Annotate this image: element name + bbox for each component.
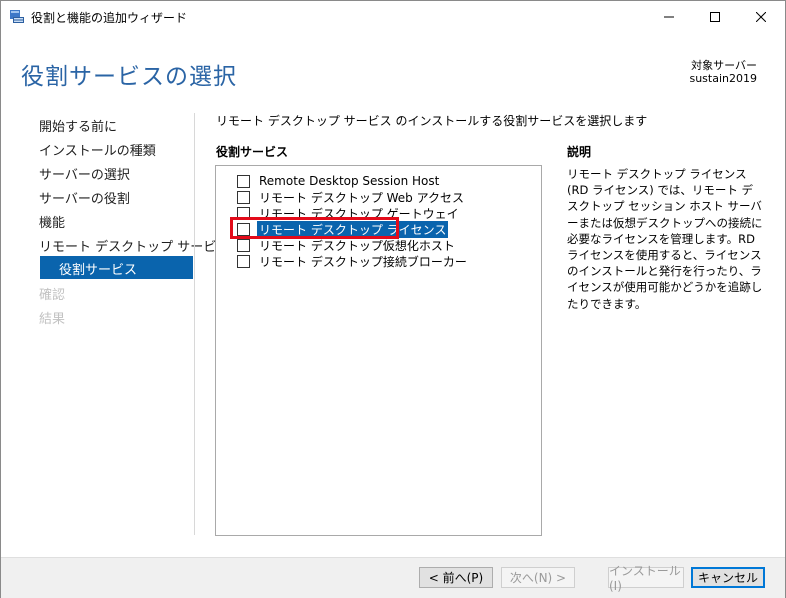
cancel-button[interactable]: キャンセル — [691, 567, 765, 588]
checkbox[interactable] — [237, 254, 250, 268]
nav-item-role-services-label: 役割サービス — [59, 263, 138, 278]
previous-button[interactable]: < 前へ(P) — [419, 567, 493, 588]
nav-item-server-selection[interactable]: サーバーの選択 — [39, 164, 130, 183]
checkbox[interactable] — [237, 174, 250, 188]
annotation-highlight-box — [230, 217, 399, 239]
role-service-virtualization-host[interactable]: リモート デスクトップ仮想化ホスト — [237, 237, 455, 253]
role-service-label: リモート デスクトップ接続ブローカー — [259, 254, 467, 269]
maximize-icon — [710, 11, 720, 22]
nav-item-confirmation: 確認 — [39, 288, 66, 303]
next-button[interactable]: 次へ(N) > — [501, 567, 575, 588]
role-services-heading: 役割サービス — [216, 145, 289, 159]
nav-item-server-roles[interactable]: サーバーの役割 — [39, 188, 130, 207]
button-bar: < 前へ(P) 次へ(N) > インストール(I) キャンセル — [1, 557, 785, 598]
minimize-icon — [664, 16, 674, 17]
install-button[interactable]: インストール(I) — [608, 564, 684, 593]
close-icon — [756, 11, 766, 22]
checkbox[interactable] — [237, 238, 250, 252]
role-service-session-host[interactable]: Remote Desktop Session Host — [237, 173, 439, 189]
nav-divider — [194, 113, 195, 535]
nav-item-features[interactable]: 機能 — [39, 212, 65, 231]
nav-item-installation-type[interactable]: インストールの種類 — [39, 140, 156, 159]
window-title: 役割と機能の追加ウィザード — [31, 11, 188, 25]
description-text: リモート デスクトップ ライセンス (RD ライセンス) では、リモート デスク… — [567, 167, 763, 311]
page-title: 役割サービスの選択 — [21, 64, 237, 90]
description-heading: 説明 — [567, 145, 592, 159]
close-button[interactable] — [738, 1, 784, 32]
nav-item-remote-desktop-services[interactable]: リモート デスクトップ サービス — [39, 236, 229, 255]
minimize-button[interactable] — [646, 1, 692, 32]
wizard-window: 役割と機能の追加ウィザード 役割サービスの選択 対象サーバー sustain20… — [0, 0, 786, 598]
target-server-label: 対象サーバー — [691, 59, 757, 72]
role-service-label: リモート デスクトップ Web アクセス — [259, 190, 465, 205]
server-manager-icon — [9, 9, 25, 24]
target-server-name: sustain2019 — [689, 72, 757, 85]
role-service-label: Remote Desktop Session Host — [259, 174, 440, 188]
instruction-text: リモート デスクトップ サービス のインストールする役割サービスを選択します — [216, 114, 648, 128]
nav-item-results: 結果 — [39, 312, 66, 327]
nav-item-role-services[interactable]: 役割サービス — [40, 256, 193, 279]
role-service-label: リモート デスクトップ仮想化ホスト — [259, 238, 455, 253]
maximize-button[interactable] — [692, 1, 738, 32]
nav-item-before-you-begin[interactable]: 開始する前に — [39, 116, 117, 135]
role-service-web-access[interactable]: リモート デスクトップ Web アクセス — [237, 189, 464, 205]
checkbox[interactable] — [237, 190, 250, 204]
title-bar[interactable]: 役割と機能の追加ウィザード — [1, 1, 785, 32]
role-service-connection-broker[interactable]: リモート デスクトップ接続ブローカー — [237, 253, 467, 269]
